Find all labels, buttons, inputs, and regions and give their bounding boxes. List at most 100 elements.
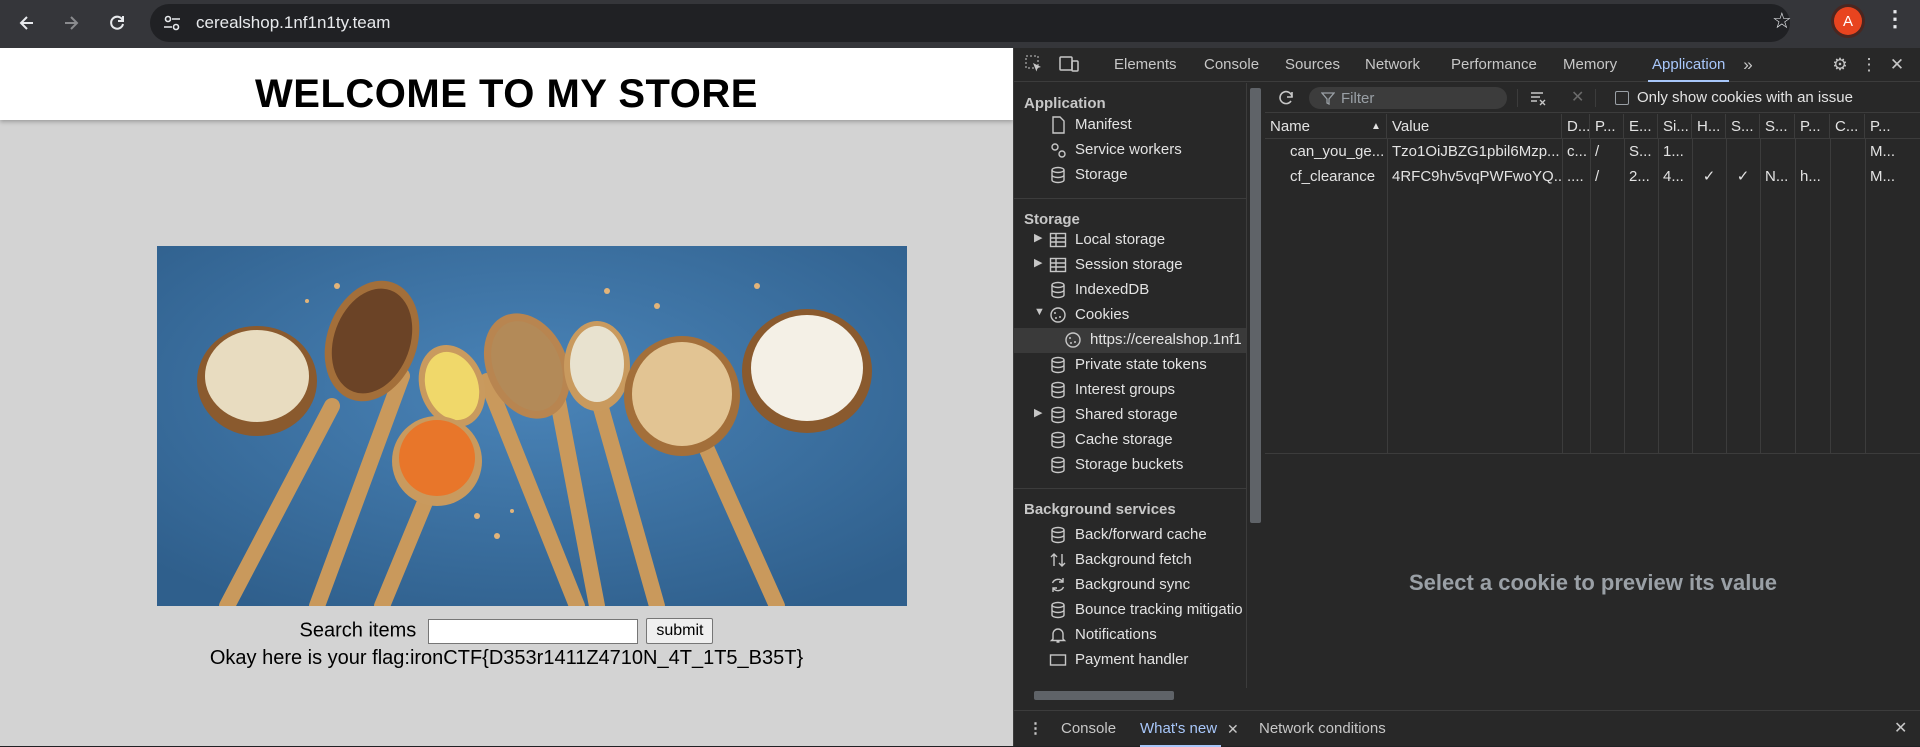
collapse-triangle-icon[interactable]: ▼ (1034, 306, 1045, 318)
column-header-size[interactable]: Si... (1658, 114, 1692, 139)
inspect-element-icon[interactable] (1024, 55, 1044, 75)
drawer-tab-whats-new[interactable]: What's new (1140, 711, 1222, 747)
sidebar-item-service-workers[interactable]: Service workers (1014, 138, 1246, 163)
sidebar-item-cookie-origin[interactable]: https://cerealshop.1nf1 (1014, 328, 1246, 353)
sidebar-item-cookies[interactable]: ▼ Cookies (1014, 303, 1246, 328)
close-drawer-icon[interactable]: ✕ (1894, 711, 1907, 747)
sidebar-item-manifest[interactable]: Manifest (1014, 113, 1246, 138)
forward-button[interactable] (54, 6, 88, 40)
column-header-httponly[interactable]: H... (1692, 114, 1726, 139)
column-header-name[interactable]: Name ▲ (1265, 114, 1387, 139)
column-header-domain[interactable]: D... (1562, 114, 1590, 139)
cell-samesite (1760, 139, 1795, 164)
sidebar-item-label: Bounce tracking mitigatio (1075, 601, 1243, 618)
column-header-cross-site[interactable]: C... (1830, 114, 1865, 139)
tab-memory[interactable]: Memory (1563, 48, 1617, 82)
back-button[interactable] (10, 6, 44, 40)
drawer-menu-icon[interactable]: ⋮ (1028, 711, 1043, 747)
cell-cross-site (1830, 164, 1865, 189)
cell-size: 1... (1663, 143, 1684, 160)
site-settings-icon[interactable] (162, 13, 182, 33)
sync-icon (1051, 578, 1065, 592)
expand-triangle-icon[interactable]: ▶ (1034, 231, 1042, 244)
sidebar-item-background-sync[interactable]: Background sync (1014, 573, 1246, 598)
submit-button[interactable]: submit (646, 618, 714, 644)
column-header-samesite[interactable]: S... (1760, 114, 1795, 139)
filter-input[interactable]: Filter (1309, 87, 1507, 109)
sidebar-item-storage-buckets[interactable]: Storage buckets (1014, 453, 1246, 478)
tab-network[interactable]: Network (1365, 48, 1420, 82)
sidebar-item-session-storage[interactable]: ▶ Session storage (1014, 253, 1246, 278)
sidebar-item-cache-storage[interactable]: Cache storage (1014, 428, 1246, 453)
expand-triangle-icon[interactable]: ▶ (1034, 406, 1042, 419)
filter-funnel-icon (1321, 92, 1335, 105)
drawer-tab-console[interactable]: Console (1061, 711, 1116, 747)
sidebar-item-notifications[interactable]: Notifications (1014, 623, 1246, 648)
bookmark-star-icon[interactable]: ☆ (1772, 8, 1792, 34)
cell-name: can_you_ge... (1290, 143, 1385, 160)
database-icon (1051, 526, 1065, 544)
settings-gear-icon[interactable]: ⚙ (1830, 55, 1850, 75)
sort-ascending-icon: ▲ (1371, 121, 1381, 132)
tab-console[interactable]: Console (1204, 48, 1259, 82)
column-header-expires[interactable]: E... (1624, 114, 1658, 139)
reload-button[interactable] (100, 6, 134, 40)
only-issues-label: Only show cookies with an issue (1637, 89, 1853, 106)
sidebar-scrollbar[interactable] (1247, 83, 1264, 688)
column-header-path[interactable]: P... (1590, 114, 1624, 139)
close-tab-icon[interactable]: ✕ (1227, 711, 1239, 747)
column-header-secure[interactable]: S... (1726, 114, 1760, 139)
cell-priority: M... (1870, 143, 1895, 160)
tab-sources[interactable]: Sources (1285, 48, 1340, 82)
sidebar-item-background-fetch[interactable]: Background fetch (1014, 548, 1246, 573)
cell-value: Tzo1OiJBZG1pbil6Mzp... (1392, 143, 1560, 160)
sidebar-item-back-forward-cache[interactable]: Back/forward cache (1014, 523, 1246, 548)
tab-performance[interactable]: Performance (1451, 48, 1537, 82)
url-text[interactable]: cerealshop.1nf1n1ty.team (196, 13, 390, 33)
sidebar-item-payment-handler[interactable]: Payment handler (1014, 648, 1246, 673)
more-tabs-chevron-icon[interactable]: » (1738, 55, 1758, 75)
sidebar-item-local-storage[interactable]: ▶ Local storage (1014, 228, 1246, 253)
sidebar-horizontal-scrollbar[interactable] (1014, 688, 1264, 703)
sidebar-item-label: Private state tokens (1075, 356, 1207, 373)
sidebar-item-private-state-tokens[interactable]: Private state tokens (1014, 353, 1246, 378)
column-header-value[interactable]: Value (1387, 114, 1562, 139)
drawer-tab-network-conditions[interactable]: Network conditions (1259, 711, 1386, 747)
sidebar-item-indexeddb[interactable]: IndexedDB (1014, 278, 1246, 303)
expand-triangle-icon[interactable]: ▶ (1034, 256, 1042, 269)
column-header-priority[interactable]: P... (1865, 114, 1920, 139)
clear-filtered-icon[interactable] (1529, 89, 1547, 107)
refresh-icon[interactable] (1277, 89, 1295, 107)
profile-avatar[interactable]: A (1834, 7, 1862, 35)
tab-elements[interactable]: Elements (1114, 48, 1177, 82)
sidebar-section-application: Application (1024, 95, 1106, 112)
database-icon (1051, 356, 1065, 374)
column-header-partition-key[interactable]: P... (1795, 114, 1830, 139)
sidebar-item-label: Session storage (1075, 256, 1183, 273)
only-issues-checkbox[interactable] (1615, 91, 1629, 105)
devtools-menu-icon[interactable]: ⋮ (1859, 55, 1879, 75)
delete-selected-icon[interactable]: ✕ (1571, 87, 1584, 107)
up-down-arrows-icon (1050, 553, 1066, 567)
filter-placeholder: Filter (1341, 90, 1375, 107)
scrollbar-thumb[interactable] (1250, 88, 1261, 523)
sidebar-item-bounce-tracking[interactable]: Bounce tracking mitigatio (1014, 598, 1246, 623)
scrollbar-thumb[interactable] (1034, 691, 1174, 700)
sidebar-item-shared-storage[interactable]: ▶ Shared storage (1014, 403, 1246, 428)
cell-secure: ✓ (1736, 168, 1750, 185)
cell-domain: c... (1567, 143, 1588, 160)
browser-menu-icon[interactable]: ⋮ (1884, 6, 1906, 32)
tab-application[interactable]: Application (1648, 48, 1730, 82)
devtools-tabbar: Elements Console Sources Network Perform… (1014, 48, 1920, 82)
cell-path: / (1595, 143, 1600, 160)
cereal-spoons-image (157, 246, 907, 606)
sidebar-item-interest-groups[interactable]: Interest groups (1014, 378, 1246, 403)
sidebar-section-storage: Storage (1024, 211, 1080, 228)
cell-expires: S... (1629, 143, 1652, 160)
search-input[interactable] (427, 618, 638, 644)
address-bar[interactable]: cerealshop.1nf1n1ty.team (150, 4, 1790, 42)
close-devtools-icon[interactable]: ✕ (1887, 55, 1907, 75)
divider (1014, 488, 1246, 489)
sidebar-item-storage[interactable]: Storage (1014, 163, 1246, 188)
device-toolbar-icon[interactable] (1059, 55, 1079, 75)
